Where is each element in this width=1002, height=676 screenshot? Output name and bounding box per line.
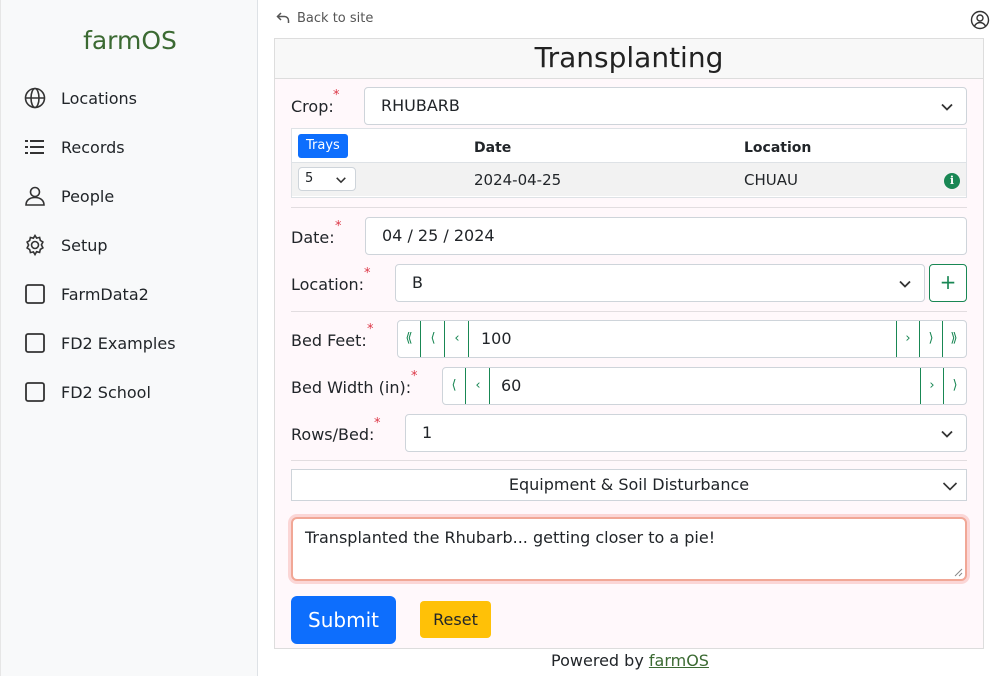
list-icon: [23, 135, 47, 159]
comment-text: Transplanted the Rhubarb... getting clos…: [305, 528, 716, 547]
checkbox-icon: [23, 380, 47, 404]
topbar: Back to site: [258, 0, 1002, 38]
trays-count-select[interactable]: 5: [298, 167, 356, 191]
sidebar-item-locations[interactable]: Locations: [23, 83, 137, 113]
trays-badge: Trays: [298, 134, 348, 158]
decrement-large-button[interactable]: ⟪: [398, 321, 421, 357]
gear-icon: [23, 233, 47, 257]
location-label: Location:: [291, 275, 365, 294]
globe-icon: [23, 86, 47, 110]
sidebar-item-fd2-examples[interactable]: FD2 Examples: [23, 328, 176, 358]
back-to-site-label: Back to site: [297, 10, 374, 26]
sidebar-item-label: Setup: [61, 235, 108, 255]
checkbox-icon: [23, 331, 47, 355]
decrement-medium-button[interactable]: ⟨: [422, 321, 445, 357]
row-date: 2024-04-25: [474, 171, 562, 189]
required-marker: *: [333, 88, 340, 103]
resize-handle-icon[interactable]: [953, 567, 963, 577]
footer: Powered by farmOS: [258, 649, 1002, 676]
rows-bed-value: 1: [422, 423, 433, 442]
bed-feet-stepper[interactable]: ⟪ ⟨ ‹ 100 › ⟩ ⟫: [397, 320, 967, 358]
bed-width-stepper[interactable]: ⟨ ‹ 60 › ⟩: [442, 367, 967, 405]
bed-width-label: Bed Width (in):: [291, 378, 412, 397]
sidebar-item-label: FarmData2: [61, 284, 149, 304]
required-marker: *: [374, 416, 381, 431]
brand-logo[interactable]: farmOS: [1, 26, 259, 55]
sidebar-item-fd2-school[interactable]: FD2 School: [23, 377, 151, 407]
info-icon[interactable]: i: [944, 173, 960, 189]
chevron-down-icon: [942, 482, 958, 491]
row-location: CHUAU: [744, 171, 798, 189]
location-value: B: [412, 273, 423, 292]
back-arrow-icon: [276, 12, 290, 23]
trays-table: Trays Date Location 5 2024-04-25 CHUAU i: [291, 128, 967, 198]
reset-button[interactable]: Reset: [420, 601, 491, 638]
divider: [291, 207, 967, 208]
sidebar-item-farmdata2[interactable]: FarmData2: [23, 279, 149, 309]
increment-small-button[interactable]: ›: [920, 368, 943, 404]
farmos-link[interactable]: farmOS: [649, 651, 709, 670]
crop-label: Crop:: [291, 97, 334, 116]
decrement-small-button[interactable]: ‹: [467, 368, 490, 404]
user-circle-icon[interactable]: [970, 10, 990, 30]
page-title: Transplanting: [275, 39, 983, 79]
rows-bed-label: Rows/Bed:: [291, 425, 375, 444]
decrement-medium-button[interactable]: ⟨: [443, 368, 466, 404]
increment-medium-button[interactable]: ⟩: [919, 321, 942, 357]
equipment-accordion-toggle[interactable]: Equipment & Soil Disturbance: [291, 469, 967, 501]
sidebar-item-setup[interactable]: Setup: [23, 230, 108, 260]
required-marker: *: [335, 219, 342, 234]
table-row[interactable]: 5 2024-04-25 CHUAU i: [292, 162, 966, 196]
chevron-down-icon: [899, 280, 911, 288]
required-marker: *: [411, 369, 418, 384]
checkbox-icon: [23, 282, 47, 306]
trays-count-value: 5: [305, 171, 314, 186]
chevron-down-icon: [336, 177, 346, 184]
date-value: 04 / 25 / 2024: [382, 226, 495, 245]
footer-prefix: Powered by: [551, 651, 649, 670]
bed-feet-value[interactable]: 100: [481, 321, 512, 357]
divider: [291, 460, 967, 461]
sidebar: farmOS Locations Records People Setup Fa…: [0, 0, 258, 676]
sidebar-item-label: Records: [61, 137, 125, 157]
required-marker: *: [364, 266, 371, 281]
transplanting-form: Transplanting Crop: * RHUBARB Trays Date…: [274, 38, 984, 649]
date-label: Date:: [291, 228, 335, 247]
increment-medium-button[interactable]: ⟩: [943, 368, 966, 404]
chevron-down-icon: [941, 103, 953, 111]
decrement-small-button[interactable]: ‹: [446, 321, 469, 357]
location-select[interactable]: B: [395, 264, 925, 302]
date-column-header: Date: [474, 140, 512, 156]
increment-small-button[interactable]: ›: [896, 321, 919, 357]
sidebar-item-label: Locations: [61, 88, 138, 108]
crop-value: RHUBARB: [381, 96, 460, 115]
crop-select[interactable]: RHUBARB: [364, 87, 967, 125]
bed-width-value[interactable]: 60: [501, 368, 521, 404]
bed-feet-label: Bed Feet:: [291, 331, 367, 350]
date-input[interactable]: 04 / 25 / 2024: [365, 217, 967, 255]
sidebar-item-people[interactable]: People: [23, 181, 114, 211]
rows-per-bed-select[interactable]: 1: [405, 414, 967, 452]
chevron-down-icon: [941, 430, 953, 438]
required-marker: *: [367, 322, 374, 337]
person-icon: [23, 184, 47, 208]
location-column-header: Location: [744, 140, 812, 156]
sidebar-item-label: FD2 Examples: [61, 333, 176, 353]
back-to-site-link[interactable]: Back to site: [275, 10, 373, 26]
submit-button[interactable]: Submit: [291, 596, 396, 644]
increment-large-button[interactable]: ⟫: [942, 321, 965, 357]
sidebar-item-label: FD2 School: [61, 382, 151, 402]
sidebar-item-records[interactable]: Records: [23, 132, 125, 162]
accordion-label: Equipment & Soil Disturbance: [508, 475, 750, 494]
sidebar-item-label: People: [61, 186, 115, 206]
comment-textarea[interactable]: Transplanted the Rhubarb... getting clos…: [291, 517, 967, 581]
add-location-button[interactable]: +: [929, 264, 967, 302]
divider: [291, 311, 967, 312]
